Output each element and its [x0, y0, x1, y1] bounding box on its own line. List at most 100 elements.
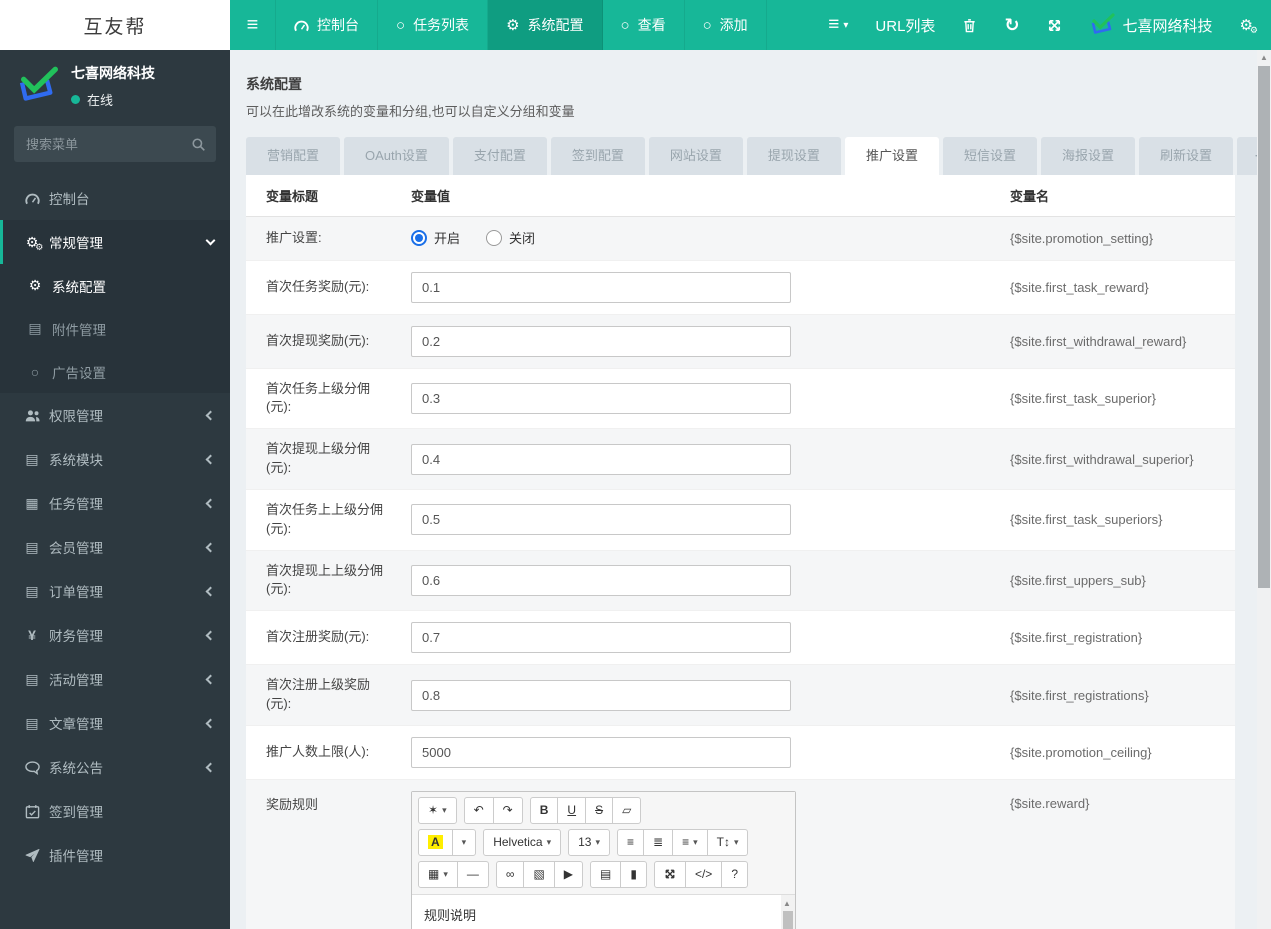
- sidebar-item-label: 订单管理: [49, 585, 103, 600]
- horizontal-rule-icon: —: [466, 867, 479, 882]
- horizontal-rule-button[interactable]: —: [456, 860, 489, 888]
- sidebar-item-general-manage[interactable]: ⚙ ⚙ 常规管理: [0, 220, 230, 264]
- paragraph-align-button[interactable]: ≡ ▾: [672, 828, 708, 856]
- company-badge[interactable]: 七喜网络科技: [1089, 13, 1213, 37]
- config-value-input[interactable]: [411, 736, 791, 768]
- scroll-up-icon[interactable]: ▲: [783, 897, 791, 911]
- config-value-input[interactable]: [411, 564, 791, 596]
- sidebar-item-activity-manage[interactable]: ▤ 活动管理: [0, 657, 230, 701]
- chevron-left-icon: [205, 498, 216, 508]
- config-value-input[interactable]: [411, 443, 791, 475]
- font-size-select[interactable]: 13 ▾: [568, 828, 610, 856]
- ordered-list-button[interactable]: ≣: [643, 828, 674, 856]
- link-button[interactable]: ∞: [495, 860, 525, 888]
- menu-list-dropdown[interactable]: ≡ ▾: [828, 14, 848, 36]
- settings-cogs-icon[interactable]: ⚙ ⚙: [1240, 16, 1258, 35]
- sidebar-item-label: 会员管理: [49, 541, 103, 556]
- undo-button[interactable]: ↶: [463, 796, 494, 824]
- radio-circle-icon[interactable]: [411, 229, 427, 246]
- sidebar-item-task-manage[interactable]: ▦ 任务管理: [0, 481, 230, 525]
- row-label: 首次提现上上级分佣(元):: [266, 562, 384, 597]
- row-label: 首次提现奖励(元):: [266, 332, 370, 348]
- url-list-button[interactable]: URL列表: [875, 15, 935, 36]
- sidebar-item-plugin-manage[interactable]: 插件管理: [0, 833, 230, 877]
- tab-item[interactable]: 提现设置: [746, 137, 841, 175]
- config-value-input[interactable]: [411, 622, 791, 654]
- sidebar-item-permission-manage[interactable]: 权限管理: [0, 393, 230, 437]
- document-button[interactable]: ▮: [620, 860, 647, 888]
- sidebar-item-article-manage[interactable]: ▤ 文章管理: [0, 701, 230, 745]
- radio-circle-icon[interactable]: [486, 229, 503, 246]
- config-value-input[interactable]: [411, 325, 791, 357]
- code-view-button[interactable]: </>: [684, 860, 723, 888]
- underline-button[interactable]: U: [557, 796, 587, 824]
- sidebar-item-system-config[interactable]: ⚙ 系统配置: [0, 264, 230, 307]
- page-subtitle: 可以在此增改系统的变量和分组,也可以自定义分组和变量: [246, 104, 575, 119]
- sidebar-item-label: 插件管理: [49, 849, 103, 864]
- bold-button[interactable]: B: [529, 796, 559, 824]
- tab-item[interactable]: 短信设置: [942, 137, 1037, 175]
- page-scrollbar-thumb[interactable]: [1258, 66, 1270, 588]
- page-scrollbar[interactable]: ▲: [1257, 50, 1271, 929]
- tab-item[interactable]: 支付配置: [452, 137, 547, 175]
- nav-item-dashboard[interactable]: 控制台: [276, 0, 378, 50]
- image-file-button[interactable]: ▤: [590, 860, 622, 888]
- video-button[interactable]: ▶: [553, 860, 584, 888]
- row-variable-name: {$site.first_registrations}: [1010, 687, 1149, 703]
- font-color-button[interactable]: A: [418, 828, 453, 856]
- nav-item-add[interactable]: ○ 添加: [685, 0, 767, 50]
- line-height-button[interactable]: T↕ ▾: [706, 828, 749, 856]
- unordered-list-button[interactable]: ≡: [616, 828, 644, 856]
- config-value-input[interactable]: [411, 679, 791, 711]
- tab-item[interactable]: 网站设置: [648, 137, 743, 175]
- tab-item[interactable]: 签到配置: [550, 137, 645, 175]
- sidebar-item-label: 附件管理: [52, 322, 106, 338]
- sidebar-item-system-modules[interactable]: ▤ 系统模块: [0, 437, 230, 481]
- fullscreen-icon[interactable]: [1047, 18, 1062, 33]
- nav-item-view[interactable]: ○ 查看: [603, 0, 685, 50]
- sidebar-item-finance-manage[interactable]: ¥ 财务管理: [0, 613, 230, 657]
- font-color-caret-button[interactable]: ▾: [451, 828, 477, 856]
- font-family-select[interactable]: Helvetica ▾: [483, 828, 562, 856]
- table-row: 首次任务上上级分佣(元): {$site.first_task_superiors…: [246, 490, 1235, 551]
- clear-cache-icon[interactable]: ↻: [1004, 15, 1019, 36]
- tab-item[interactable]: 推广设置: [844, 137, 939, 175]
- sidebar-item-order-manage[interactable]: ▤ 订单管理: [0, 569, 230, 613]
- redo-button[interactable]: ↷: [492, 796, 523, 824]
- tab-item[interactable]: 刷新设置: [1138, 137, 1233, 175]
- search-input[interactable]: [14, 126, 216, 162]
- help-button[interactable]: ?: [721, 860, 749, 888]
- config-value-input[interactable]: [411, 382, 791, 414]
- style-magic-button[interactable]: ✶ ▾: [418, 796, 457, 824]
- editor-fullscreen-button[interactable]: [653, 860, 686, 888]
- radio-option-1[interactable]: 关闭: [486, 228, 535, 247]
- editor-scrollbar[interactable]: ▲: [781, 894, 795, 929]
- sidebar-item-ad-settings[interactable]: ○ 广告设置: [0, 350, 230, 393]
- eraser-button[interactable]: ▱: [612, 796, 642, 824]
- sidebar-item-attachment-manage[interactable]: ▤ 附件管理: [0, 307, 230, 350]
- tab-item[interactable]: 营销配置: [246, 137, 341, 175]
- underline-icon: U: [567, 803, 577, 818]
- sidebar-item-dashboard[interactable]: 控制台: [0, 176, 230, 220]
- nav-item-system-config[interactable]: ⚙ 系统配置: [488, 0, 603, 50]
- list-icon: ▤: [25, 582, 39, 599]
- strikethrough-button[interactable]: S: [585, 796, 614, 824]
- sidebar-item-checkin-manage[interactable]: 签到管理: [0, 789, 230, 833]
- sidebar-toggle-button[interactable]: ≡: [230, 0, 276, 50]
- sidebar-item-system-announcement[interactable]: 系统公告: [0, 745, 230, 789]
- config-value-input[interactable]: [411, 271, 791, 303]
- row-variable-name: {$site.first_task_superior}: [1010, 390, 1156, 406]
- tab-item[interactable]: 海报设置: [1040, 137, 1135, 175]
- sidebar-item-member-manage[interactable]: ▤ 会员管理: [0, 525, 230, 569]
- table-row: 首次注册上级奖励(元): {$site.first_registrations}: [246, 665, 1235, 726]
- editor-content[interactable]: 规则说明 1.首次任务奖励0.1元，指新用户首次做第一个任务，平台将奖励0.1元…: [412, 894, 795, 929]
- editor-scrollbar-thumb[interactable]: [783, 910, 793, 929]
- nav-item-task-list[interactable]: ○ 任务列表: [378, 0, 489, 50]
- tab-item[interactable]: OAuth设置: [344, 137, 449, 175]
- trash-icon[interactable]: [962, 18, 977, 33]
- scroll-up-icon[interactable]: ▲: [1260, 53, 1268, 62]
- picture-button[interactable]: ▧: [523, 860, 555, 888]
- config-value-input[interactable]: [411, 504, 791, 536]
- table-button[interactable]: ▦ ▾: [418, 860, 458, 888]
- radio-option-0[interactable]: 开启: [411, 228, 460, 247]
